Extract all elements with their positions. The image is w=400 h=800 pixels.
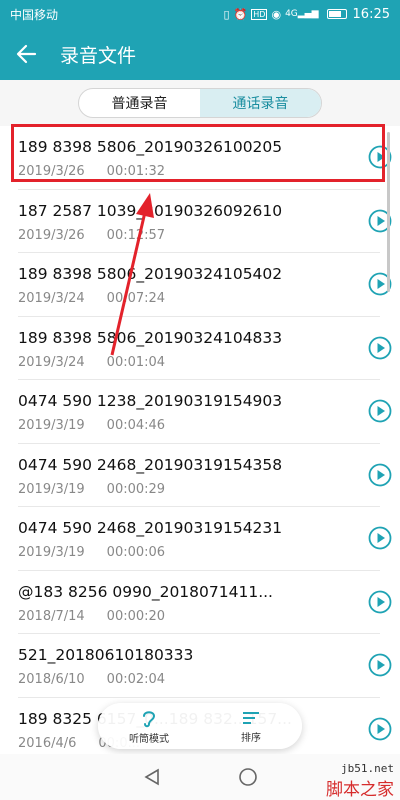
home-circle-icon [239, 768, 257, 786]
bottom-action-bar: 听筒模式 排序 [98, 703, 302, 749]
recording-row[interactable]: 0474 590 2468_20190319154358 2019/3/19 00:… [18, 444, 392, 507]
recording-title: 189 8398 5806_20190326100205 [18, 138, 283, 156]
recording-date: 2019/3/24 [18, 291, 85, 306]
recording-meta: 2019/3/24 00:01:04 [18, 355, 165, 370]
play-icon[interactable] [368, 336, 392, 360]
watermark-url: jb51.net [341, 762, 394, 775]
recording-list: 189 8398 5806_20190326100205 2019/3/26 00:… [0, 126, 400, 754]
recording-meta: 2019/3/19 00:04:46 [18, 418, 165, 433]
recording-row[interactable]: @183 8256 0990_2018071411... 2018/7/14 00:… [18, 571, 392, 634]
recording-meta: 2018/7/14 00:00:20 [18, 609, 165, 624]
recording-title: 189 8398 5806_20190324104833 [18, 328, 283, 347]
earpiece-mode-button[interactable]: 听筒模式 [98, 703, 200, 749]
page-title: 录音文件 [60, 44, 137, 67]
recording-meta: 2019/3/19 00:00:29 [18, 482, 165, 497]
recording-date: 2019/3/19 [18, 545, 85, 560]
recording-row[interactable]: 189 8398 5806_20190326100205 2019/3/26 00:… [18, 126, 392, 190]
status-bar: 中国移动 ▯ ⏰ HD ◉ 4G▂▄▆ 16:25 [0, 0, 400, 28]
hd-icon: HD [251, 8, 268, 20]
recording-row[interactable]: 521_20180610180333 2018/6/10 00:02:04 [18, 634, 392, 698]
recording-row[interactable]: 189 8398 5806_20190324105402 2019/3/24 00:… [18, 253, 392, 317]
alarm-icon: ⏰ [233, 7, 248, 21]
recording-date: 2019/3/26 [18, 164, 85, 179]
signal-4g-icon: 4G▂▄▆ [285, 9, 319, 19]
play-icon[interactable] [368, 399, 392, 423]
vibrate-icon: ▯ [223, 7, 230, 21]
recording-duration: 00:02:04 [106, 672, 166, 687]
ear-icon [143, 710, 156, 727]
recording-title: 0474 590 1238_20190319154903 [18, 392, 283, 410]
tab-normal-recordings[interactable]: 普通录音 [79, 89, 200, 117]
carrier-label: 中国移动 [10, 7, 59, 22]
recording-row[interactable]: 0474 590 1238_20190319154903 2019/3/19 00:… [18, 380, 392, 444]
recording-date: 2018/7/14 [18, 608, 85, 624]
recording-date: 2018/6/10 [18, 672, 85, 687]
recording-duration: 00:01:04 [106, 354, 166, 370]
sort-button[interactable]: 排序 [200, 703, 302, 749]
watermark-name: 脚本之家 [326, 780, 394, 800]
recording-title: 189 8398 5806_20190324105402 [18, 265, 283, 283]
status-icons: ▯ ⏰ HD ◉ 4G▂▄▆ [224, 8, 319, 21]
recording-date: 2019/3/19 [18, 418, 85, 433]
nav-home-button[interactable] [235, 764, 261, 790]
eye-icon: ◉ [271, 7, 282, 21]
recording-title: 521_20180610180333 [18, 646, 194, 664]
back-button[interactable] [0, 28, 52, 80]
arrow-left-icon [16, 44, 37, 64]
recording-meta: 2018/6/10 00:02:04 [18, 672, 165, 687]
recording-title: @183 8256 0990_2018071411... [18, 582, 273, 601]
recording-row[interactable]: 189 8398 5806_20190324104833 2019/3/24 00:… [18, 317, 392, 380]
sort-icon [243, 711, 259, 724]
recording-title: 0474 590 2468_20190319154358 [18, 455, 283, 474]
sort-label: 排序 [241, 732, 261, 744]
play-icon[interactable] [368, 463, 392, 487]
recording-meta: 2019/3/26 00:01:32 [18, 164, 165, 179]
play-icon[interactable] [368, 526, 392, 550]
recording-date: 2019/3/26 [18, 227, 85, 243]
recording-title: 0474 590 2468_20190319154231 [18, 519, 283, 537]
recording-duration: 00:00:20 [106, 608, 166, 624]
app-bar: 录音文件 [0, 28, 400, 80]
tab-bar: 普通录音 通话录音 [0, 80, 400, 126]
recording-duration: 00:00:29 [106, 481, 166, 497]
segmented-control: 普通录音 通话录音 [78, 88, 322, 118]
recording-meta: 2019/3/24 00:07:24 [18, 291, 165, 306]
recording-duration: 00:07:24 [106, 291, 166, 306]
recording-meta: 2019/3/19 00:00:06 [18, 545, 165, 560]
recording-meta: 2019/3/26 00:12:57 [18, 228, 165, 243]
recording-date: 2019/3/19 [18, 481, 85, 497]
recording-duration: 00:00:06 [106, 545, 166, 560]
recording-row[interactable]: 0474 590 2468_20190319154231 2019/3/19 00:… [18, 507, 392, 571]
watermark: jb51.net 脚本之家 [326, 762, 394, 800]
recording-date: 2019/3/24 [18, 354, 85, 370]
battery-icon [326, 9, 347, 19]
recording-duration: 00:12:57 [106, 227, 166, 243]
recording-title: 187 2587 1039_20190326092610 [18, 201, 283, 220]
nav-back-button[interactable] [139, 764, 165, 790]
recording-row[interactable]: 187 2587 1039_20190326092610 2019/3/26 00:… [18, 190, 392, 253]
back-triangle-icon [144, 768, 159, 786]
play-icon[interactable] [368, 653, 392, 677]
status-time: 16:25 [352, 6, 390, 22]
recording-duration: 00:01:32 [106, 164, 166, 179]
play-icon[interactable] [368, 717, 392, 741]
recording-duration: 00:04:46 [106, 418, 166, 433]
recording-date: 2016/4/6 [18, 735, 77, 751]
play-icon[interactable] [368, 590, 392, 614]
scrollbar[interactable] [387, 132, 390, 292]
tab-call-recordings[interactable]: 通话录音 [200, 89, 321, 117]
earpiece-mode-label: 听筒模式 [129, 733, 169, 745]
